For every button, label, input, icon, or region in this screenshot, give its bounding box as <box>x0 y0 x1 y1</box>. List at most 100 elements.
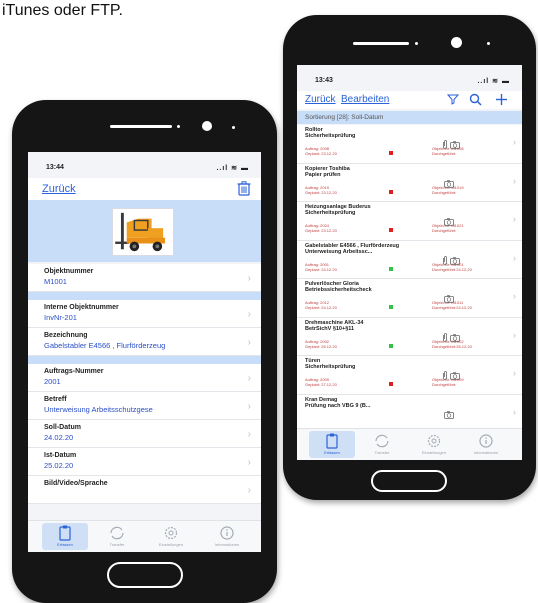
item-attachment-icons <box>442 175 454 193</box>
planned-date: Geplant: 24.12.20 <box>305 266 337 272</box>
list-item[interactable]: Heizungsanlage Buderus Sicherheitsprüfung… <box>297 202 522 241</box>
trash-icon[interactable] <box>237 181 251 196</box>
section-divider <box>28 292 261 300</box>
tab-informationen[interactable]: Informationen <box>463 431 509 455</box>
section-divider <box>28 356 261 364</box>
tab-label: Informationen <box>214 542 240 547</box>
forklift-image[interactable] <box>112 208 174 256</box>
chevron-right-icon: › <box>513 214 516 224</box>
field-interne-objektnummer[interactable]: Interne Objektnummer InvNr-201 › <box>28 300 261 328</box>
forklift-icon <box>115 212 166 252</box>
tab-einstellungen[interactable]: Einstellungen <box>411 431 457 455</box>
phone-dot <box>415 42 418 45</box>
chevron-right-icon: › <box>513 137 516 147</box>
list-screen: 13:43 ..ıl ≋ ▬ Zurück Bearbeiten Sortier… <box>297 65 522 460</box>
field-value: 25.02.20 <box>44 461 74 470</box>
item-subject: Unterweisung Arbeitssc... <box>305 248 373 255</box>
status-bar: 13:44 ..ıl ≋ ▬ <box>28 152 261 178</box>
back-button[interactable]: Zurück <box>42 183 76 195</box>
status-signal: ..ıl ≋ ▬ <box>477 78 510 85</box>
status-indicator <box>389 266 393 271</box>
list-item[interactable]: Rolltor Sicherheitsprüfung Auftrag: 2008 Ge… <box>297 125 522 164</box>
list-item[interactable]: Gabelstabler E4566 , Flurförderzeug Unter… <box>297 241 522 279</box>
paperclip-icon <box>443 371 447 380</box>
field-value: 2001 <box>44 377 61 386</box>
status-indicator <box>389 228 393 232</box>
tab-label: Erfassen <box>57 542 73 547</box>
sort-header[interactable]: Sortierung [28]: Soll-Datum <box>297 111 522 124</box>
field-label: Betreff <box>44 396 67 403</box>
phone-camera-icon <box>202 121 212 131</box>
phone-dot <box>232 126 235 129</box>
edit-button[interactable]: Bearbeiten <box>341 94 389 105</box>
item-attachment-icons <box>442 329 460 347</box>
item-subject: BetrSichV §10+§11 <box>305 325 355 332</box>
gear-icon <box>164 526 178 540</box>
item-attachment-icons <box>442 213 454 231</box>
item-subject: Betriebssicherheitscheck <box>305 287 372 293</box>
chevron-right-icon: › <box>247 457 251 468</box>
camera-icon <box>450 141 460 149</box>
item-attachment-icons <box>442 406 454 424</box>
status-indicator <box>389 151 393 155</box>
list-item[interactable]: Kopierer Toshiba Papier prüfen Auftrag: 20… <box>297 164 522 202</box>
planned-date: Geplant: 26.12.20 <box>305 343 337 349</box>
home-button[interactable] <box>371 470 447 492</box>
chevron-right-icon: › <box>247 337 251 348</box>
paperclip-icon <box>443 140 447 149</box>
phone-dot <box>177 125 180 128</box>
field-value: 24.02.20 <box>44 433 74 442</box>
item-order-info: Auftrag: 2024 Geplant: 23.12.20 <box>305 223 337 233</box>
item-attachment-icons <box>442 252 460 270</box>
chevron-right-icon: › <box>513 406 516 417</box>
item-attachment-icons <box>442 136 460 154</box>
item-subject: Sicherheitsprüfung <box>305 210 356 216</box>
camera-icon <box>444 295 454 303</box>
sync-icon <box>375 434 389 448</box>
list-item[interactable]: Türen Sicherheitsprüfung Auftrag: 2009 Gepl… <box>297 356 522 395</box>
info-icon <box>479 434 493 448</box>
field-betreff[interactable]: Betreff Unterweisung Arbeitsschutzgese › <box>28 392 261 420</box>
home-button[interactable] <box>107 562 183 588</box>
field-value: Unterweisung Arbeitsschutzgese <box>44 405 153 414</box>
filter-icon[interactable] <box>447 93 459 105</box>
planned-date: Geplant: 23.12.20 <box>305 189 337 195</box>
field-list: Objektnummer M1001 › Interne Objektnumme… <box>28 264 261 504</box>
object-image-section <box>28 200 261 262</box>
tab-transfer[interactable]: Transfer <box>94 523 140 547</box>
add-icon[interactable] <box>495 93 508 106</box>
chevron-right-icon: › <box>247 429 251 440</box>
field-soll-datum[interactable]: Soll-Datum 24.02.20 › <box>28 420 261 448</box>
field-bezeichnung[interactable]: Bezeichnung Gabelstabler E4566 , Flurför… <box>28 328 261 356</box>
detail-screen: 13:44 ..ıl ≋ ▬ Zurück Objektnummer M1001… <box>28 152 261 552</box>
item-subject: Prüfung nach VBG 9 (B... <box>305 402 371 409</box>
list-item[interactable]: Drehmaschine AKL-34 BetrSichV §10+§11 Auft… <box>297 318 522 356</box>
status-indicator <box>389 382 393 386</box>
tab-informationen[interactable]: Informationen <box>204 523 250 547</box>
camera-icon <box>444 410 454 419</box>
caption-text: iTunes oder FTP. <box>2 2 123 19</box>
tab-erfassen[interactable]: Erfassen <box>42 523 88 550</box>
tab-transfer[interactable]: Transfer <box>359 431 405 455</box>
status-indicator <box>389 305 393 309</box>
status-indicator <box>389 189 393 194</box>
field-bild-video-sprache[interactable]: Bild/Video/Sprache › <box>28 476 261 504</box>
tab-erfassen[interactable]: Erfassen <box>309 431 355 458</box>
tab-label: Einstellungen <box>158 542 184 547</box>
clipboard-icon <box>326 433 338 449</box>
field-label: Ist-Datum <box>44 452 77 459</box>
field-ist-datum[interactable]: Ist-Datum 25.02.20 › <box>28 448 261 476</box>
item-order-info: Auftrag: 2008 Geplant: 23.12.20 <box>305 146 337 156</box>
camera-icon <box>450 256 460 265</box>
gear-icon <box>427 434 441 448</box>
back-button[interactable]: Zurück <box>305 94 336 105</box>
field-auftrags-nummer[interactable]: Auftrags-Nummer 2001 › <box>28 364 261 392</box>
field-objektnummer[interactable]: Objektnummer M1001 › <box>28 264 261 292</box>
planned-date: Geplant: 27.12.20 <box>305 382 337 387</box>
clipboard-icon <box>59 525 71 541</box>
phone-list-view: 13:43 ..ıl ≋ ▬ Zurück Bearbeiten Sortier… <box>283 15 536 500</box>
tab-einstellungen[interactable]: Einstellungen <box>148 523 194 547</box>
item-order-info: Auftrag: 2019 Geplant: 23.12.20 <box>305 185 337 195</box>
search-icon[interactable] <box>469 93 482 106</box>
list-item[interactable]: Pulverlöscher Gloria Betriebssicherheitsc… <box>297 279 522 318</box>
